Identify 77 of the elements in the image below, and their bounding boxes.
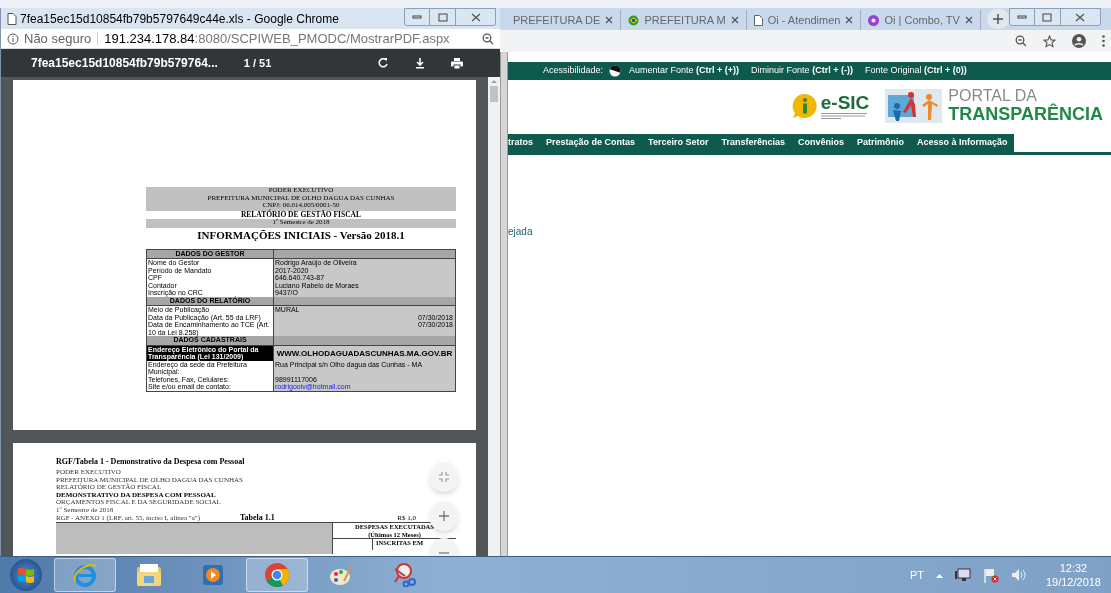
action-center-flag-icon[interactable]: [982, 567, 999, 583]
table-title: RGF/Tabela 1 - Demonstrativo da Despesa com Pessoal: [56, 457, 245, 466]
speaker-icon[interactable]: [1010, 568, 1026, 582]
info-bubble-icon: [791, 93, 818, 119]
maximize-icon: [437, 12, 448, 22]
flag-icon: [628, 14, 640, 26]
esic-logo-text: e-SIC: [820, 93, 870, 113]
ie-icon: [72, 562, 98, 588]
accessibility-label: Acessibilidade:: [543, 64, 604, 78]
close-button[interactable]: [456, 8, 496, 26]
star-icon[interactable]: [1043, 34, 1056, 48]
portal-logo-text: PORTAL DA: [948, 88, 1037, 104]
page-icon: [753, 14, 763, 26]
print-icon[interactable]: [451, 57, 464, 69]
chrome-icon: [264, 562, 290, 588]
fine-print-drawing: [820, 113, 867, 119]
font-size-link[interactable]: Aumentar Fonte (Ctrl + (+)): [629, 64, 740, 78]
pdf-filename: 7fea15ec15d10854fb79b579764...: [31, 55, 218, 72]
new-tab-button[interactable]: [986, 9, 1009, 29]
contrast-icon[interactable]: [609, 65, 622, 77]
minus-icon: [438, 551, 450, 555]
scissors-icon: [392, 563, 418, 587]
minimize-icon: [1016, 15, 1027, 19]
start-button[interactable]: [10, 559, 42, 591]
nav-link[interactable]: Patrimônio: [857, 136, 904, 150]
scrollbar-thumb[interactable]: [490, 86, 498, 102]
menu-icon[interactable]: [1102, 35, 1105, 47]
minimize-icon: [412, 15, 422, 19]
network-icon[interactable]: [954, 568, 971, 582]
minimize-button[interactable]: [404, 8, 430, 26]
page-indicator[interactable]: 1 / 51: [243, 54, 272, 72]
taskbar-app-button[interactable]: [246, 558, 308, 592]
zoom-icon[interactable]: [482, 32, 494, 45]
plus-icon: [992, 14, 1003, 24]
close-tab-icon[interactable]: [964, 16, 973, 24]
minimize-button[interactable]: [1008, 8, 1035, 26]
close-tab-icon[interactable]: [605, 16, 614, 24]
nav-link[interactable]: Prestação de Contas: [546, 136, 636, 150]
nav-link[interactable]: Convênios: [797, 136, 844, 150]
fit-page-icon: [438, 471, 450, 483]
font-size-link[interactable]: Fonte Original (Ctrl + (0)): [864, 64, 967, 78]
body-text: ejada: [508, 226, 533, 237]
plus-icon: [438, 510, 450, 522]
close-icon: [1075, 12, 1086, 22]
folder-icon: [136, 563, 162, 587]
taskbar-app-button[interactable]: [54, 558, 116, 592]
window-title: 7fea15ec15d10854fb79b5797649c44e.xls - Google Chrome: [20, 10, 339, 28]
account-icon[interactable]: [1072, 34, 1086, 48]
table-caption: Tabela 1.1: [239, 514, 275, 522]
show-hidden-icons[interactable]: [935, 572, 943, 578]
close-tab-icon[interactable]: [730, 16, 739, 24]
media-player-icon: [201, 563, 225, 587]
font-size-link[interactable]: Diminuir Fonte (Ctrl + (-)): [751, 64, 853, 78]
zoom-icon[interactable]: [1015, 35, 1027, 47]
security-label[interactable]: Não seguro: [24, 28, 92, 49]
close-icon: [470, 12, 481, 22]
nav-link[interactable]: Acesso à Informação: [917, 136, 1008, 150]
field-value: WWW.OLHODAGUADASCUNHAS.MA.GOV.BR: [275, 347, 454, 360]
maximize-button[interactable]: [1034, 8, 1061, 26]
paint-palette-icon: [328, 563, 354, 587]
oi-badge-icon: [868, 14, 880, 26]
maximize-button[interactable]: [430, 8, 456, 26]
nav-link[interactable]: Transferências: [721, 136, 785, 150]
close-tab-icon[interactable]: [845, 16, 854, 24]
nav-link[interactable]: Terceiro Setor: [648, 136, 709, 150]
info-icon[interactable]: [7, 32, 19, 45]
report-title: INFORMAÇÕES INICIAIS - Versão 2018.1: [197, 228, 405, 241]
people-logo-icon: [885, 89, 943, 123]
nav-link[interactable]: tratos: [508, 136, 533, 150]
url-text[interactable]: 191.234.178.84:8080/SCPIWEB_PMODC/MostrarPDF.aspx: [104, 28, 450, 49]
page-icon: [7, 12, 17, 25]
close-button[interactable]: [1060, 8, 1101, 26]
rotate-icon[interactable]: [377, 57, 390, 69]
portal-logo-text: TRANSPARÊNCIA: [948, 104, 1103, 124]
download-icon[interactable]: [415, 57, 426, 69]
maximize-icon: [1042, 12, 1053, 22]
windows-logo-icon: [17, 567, 35, 583]
